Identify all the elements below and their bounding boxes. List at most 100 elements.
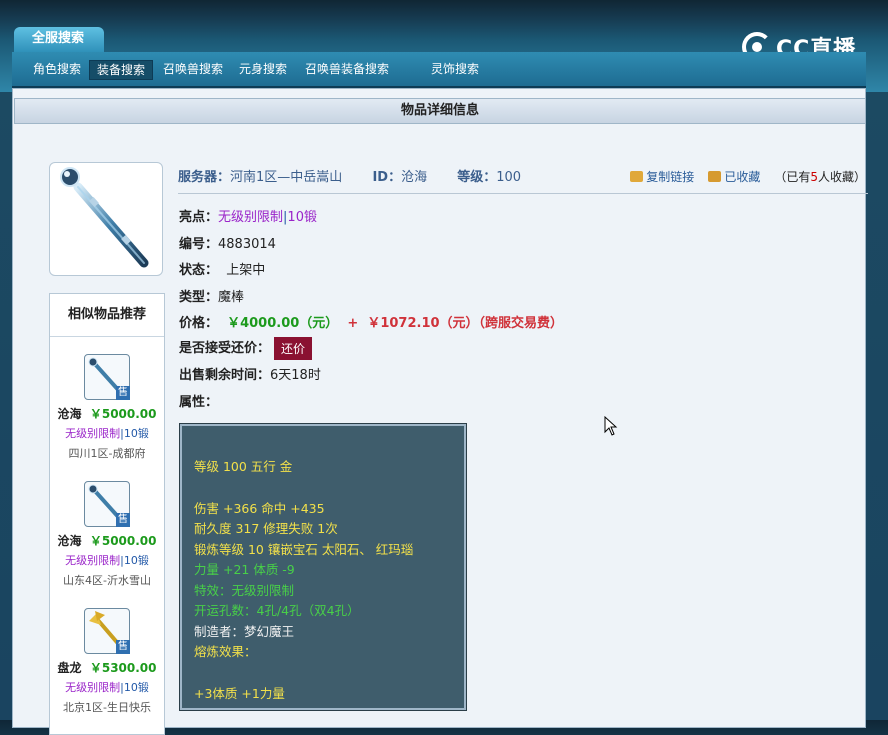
tab-all-server-search[interactable]: 全服搜索	[14, 27, 104, 53]
highlight-label: 亮点：	[179, 210, 219, 225]
similar-item-price: ￥5000.00	[89, 534, 157, 548]
copy-link-label: 复制链接	[646, 170, 695, 184]
server-label: 服务器：	[178, 170, 231, 185]
price-row: 价格： ￥4000.00（元） + ￥1072.10（元）（跨服交易费）	[179, 312, 563, 331]
similar-item-name: 沧海	[57, 407, 82, 421]
time-value: 6天18时	[270, 368, 321, 383]
similar-item-tag-1: 无级别限制	[65, 427, 121, 440]
similar-item-thumbnail[interactable]: 售	[84, 481, 130, 527]
panel-title: 物品详细信息	[14, 98, 866, 124]
similar-item-tag-2: 10锻	[123, 427, 149, 440]
counter-offer-button[interactable]: 还价	[274, 337, 313, 360]
similar-items-panel: 相似物品推荐 售 沧海 ￥5000.00 无级别限制|10锻 四川1区-成都府 …	[49, 293, 165, 735]
attr-durability: 耐久度 317 修理失败 1次	[194, 521, 338, 536]
price-label: 价格：	[179, 316, 219, 331]
attr-forge: 锻炼等级 10 镶嵌宝石 太阳石、 红玛瑙	[194, 542, 414, 557]
attr-sockets: 开运孔数：4孔/4孔（双4孔）	[194, 603, 360, 618]
item-actions: 复制链接 已收藏 （已有5人收藏）	[630, 168, 866, 185]
status-row: 状态： 上架中	[179, 259, 265, 278]
mouse-cursor-icon	[604, 416, 618, 436]
level-label: 等级：	[457, 170, 497, 185]
type-value: 魔棒	[218, 290, 245, 305]
similar-item-name-price: 沧海 ￥5000.00	[50, 532, 164, 549]
divider	[178, 193, 868, 194]
number-row: 编号：4883014	[179, 233, 276, 252]
favorited-button[interactable]: 已收藏	[708, 168, 760, 185]
time-row: 出售剩余时间：6天18时	[179, 364, 321, 383]
number-value: 4883014	[218, 237, 276, 252]
similar-item-server: 山东4区-沂水雪山	[63, 574, 151, 587]
sub-navigation: 角色搜索 装备搜索 召唤兽搜索 元身搜索 召唤兽装备搜索 灵饰搜索	[12, 52, 866, 88]
attr-maker: 制造者：梦幻魔王	[194, 624, 295, 639]
attr-stats: 力量 +21 体质 -9	[194, 562, 295, 577]
item-header-info: 服务器：河南1区—中岳嵩山 ID：沧海 等级：100	[178, 166, 521, 185]
similar-item[interactable]: 售 沧海 ￥5000.00 无级别限制|10锻 山东4区-沂水雪山	[50, 481, 164, 588]
type-row: 类型：魔棒	[179, 286, 244, 305]
attributes-label: 属性：	[179, 395, 219, 410]
attr-damage: 伤害 +366 命中 +435	[194, 501, 325, 516]
similar-item-tag-2: 10锻	[123, 554, 149, 567]
favorite-count: （已有5人收藏）	[774, 168, 866, 185]
highlight-tag-1: 无级别限制	[218, 210, 284, 225]
fav-suffix: 人收藏）	[817, 170, 866, 184]
similar-item-price: ￥5000.00	[89, 407, 157, 421]
similar-item[interactable]: 售 盘龙 ￥5300.00 无级别限制|10锻 北京1区-生日快乐	[50, 608, 164, 715]
nav-pet-search[interactable]: 召唤兽搜索	[156, 60, 230, 78]
attributes-panel: 等级 100 五行 金 伤害 +366 命中 +435 耐久度 317 修理失败…	[179, 423, 467, 711]
cross-server-fee: ￥1072.10（元）（跨服交易费）	[367, 316, 564, 331]
server-value: 河南1区—中岳嵩山	[230, 170, 343, 185]
type-label: 类型：	[179, 290, 219, 305]
attributes-row: 属性：	[179, 391, 218, 410]
status-label: 状态：	[179, 263, 219, 278]
price-value: ￥4000.00（元）	[227, 316, 339, 331]
similar-item-tag-2: 10锻	[123, 681, 149, 694]
similar-item-name-price: 沧海 ￥5000.00	[50, 405, 164, 422]
highlight-row: 亮点：无级别限制|10锻	[179, 206, 317, 225]
nav-yuanshen-search[interactable]: 元身搜索	[232, 60, 294, 78]
time-label: 出售剩余时间：	[179, 368, 271, 383]
nav-pet-equipment-search[interactable]: 召唤兽装备搜索	[298, 60, 396, 78]
similar-item-name-price: 盘龙 ￥5300.00	[50, 659, 164, 676]
level-value: 100	[496, 170, 522, 185]
favorited-label: 已收藏	[724, 170, 761, 184]
similar-item-name: 沧海	[57, 534, 82, 548]
copy-link-button[interactable]: 复制链接	[630, 168, 694, 185]
number-label: 编号：	[179, 237, 219, 252]
id-label: ID：	[372, 170, 402, 185]
attr-smelt-effect: +3体质 +1力量	[194, 686, 285, 701]
similar-item-tag-1: 无级别限制	[65, 681, 121, 694]
sold-badge: 售	[116, 386, 130, 400]
attr-level: 等级 100 五行 金	[194, 459, 293, 474]
price-plus: +	[347, 316, 359, 331]
similar-item[interactable]: 售 沧海 ￥5000.00 无级别限制|10锻 四川1区-成都府	[50, 354, 164, 461]
item-image	[49, 162, 163, 276]
similar-item-thumbnail[interactable]: 售	[84, 354, 130, 400]
similar-item-price: ￥5300.00	[89, 661, 157, 675]
favorite-icon	[708, 171, 722, 182]
similar-item-tags: 无级别限制|10锻	[50, 679, 164, 695]
nav-equipment-search[interactable]: 装备搜索	[89, 60, 154, 80]
similar-item-server: 北京1区-生日快乐	[63, 701, 151, 714]
sold-badge: 售	[116, 513, 130, 527]
attr-special: 特效：无级别限制	[194, 583, 295, 598]
similar-item-thumbnail[interactable]: 售	[84, 608, 130, 654]
highlight-tag-2: 10锻	[287, 210, 317, 225]
offer-label: 是否接受还价：	[179, 341, 271, 356]
id-value: 沧海	[401, 170, 428, 185]
nav-lingshi-search[interactable]: 灵饰搜索	[424, 60, 486, 78]
similar-item-name: 盘龙	[57, 661, 82, 675]
similar-items-title: 相似物品推荐	[50, 294, 164, 337]
sold-badge: 售	[116, 640, 130, 654]
nav-role-search[interactable]: 角色搜索	[26, 60, 88, 78]
offer-row: 是否接受还价： 还价	[179, 337, 313, 360]
link-icon	[630, 171, 644, 182]
fav-prefix: （已有	[774, 170, 811, 184]
wand-icon	[60, 167, 149, 268]
attr-smelt-label: 熔炼效果：	[194, 644, 257, 659]
similar-item-tags: 无级别限制|10锻	[50, 552, 164, 568]
similar-item-server: 四川1区-成都府	[68, 447, 146, 460]
similar-item-tag-1: 无级别限制	[65, 554, 121, 567]
similar-item-tags: 无级别限制|10锻	[50, 425, 164, 441]
fav-count-number: 5	[810, 170, 818, 184]
status-value: 上架中	[226, 263, 266, 278]
